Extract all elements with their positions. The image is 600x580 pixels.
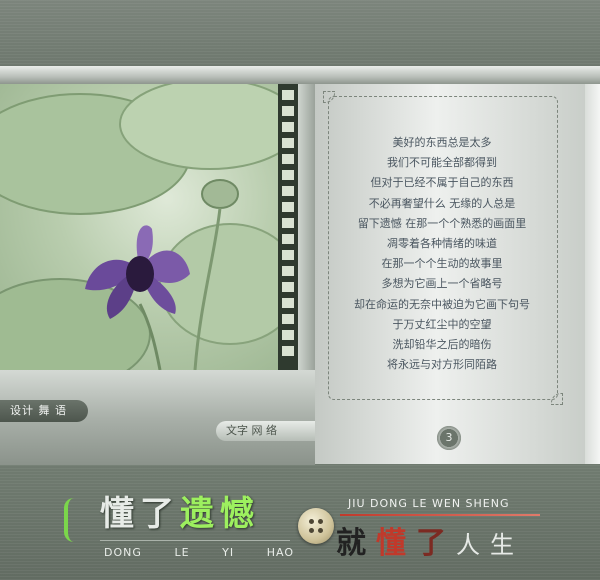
bracket-ornament bbox=[64, 498, 82, 542]
poem-text: 美好的东西总是太多 我们不可能全部都得到 但对于已经不属于自己的东西 不必再奢望… bbox=[328, 133, 556, 375]
subtitle-char: 生 bbox=[490, 531, 524, 559]
pinyin-word: YI bbox=[222, 546, 235, 559]
title-rule bbox=[100, 540, 290, 541]
button-ornament-icon bbox=[298, 508, 334, 544]
right-frame-edge bbox=[585, 84, 600, 464]
poem-line: 洗却铅华之后的暗伤 bbox=[392, 338, 492, 352]
poem-line: 多想为它画上一个省略号 bbox=[381, 277, 503, 291]
top-band bbox=[0, 0, 600, 70]
main-title: 懂了遗憾 bbox=[100, 486, 260, 535]
poem-line: 美好的东西总是太多 bbox=[392, 136, 492, 149]
title-plain: 懂了 bbox=[100, 494, 180, 534]
frame-divider bbox=[298, 84, 315, 370]
subtitle-char: 了 bbox=[416, 526, 456, 561]
poem-line: 我们不可能全部都得到 bbox=[387, 156, 497, 170]
subtitle-pinyin: JIU DONG LE WEN SHENG bbox=[348, 497, 510, 510]
lotus-artwork bbox=[0, 84, 278, 370]
subtitle-char: 就 bbox=[336, 526, 376, 561]
title-accent: 遗憾 bbox=[180, 494, 260, 534]
poem-line: 留下遗憾 在那一个个熟悉的画面里 bbox=[357, 216, 527, 230]
film-strip bbox=[278, 84, 298, 370]
poem-line: 于万丈红尘中的空望 bbox=[392, 317, 492, 331]
poem-line: 凋零着各种情绪的味道 bbox=[387, 237, 497, 251]
poem-line: 不必再奢望什么 无缘的人总是 bbox=[368, 196, 516, 210]
poem-line: 但对于已经不属于自己的东西 bbox=[370, 176, 514, 190]
poem-line: 在那一个个生动的故事里 bbox=[381, 257, 503, 271]
design-credit-tag: 设计 舞 语 bbox=[0, 400, 88, 422]
top-frame-edge bbox=[0, 66, 600, 84]
text-credit-tag: 文字 网 络 bbox=[216, 421, 315, 441]
pinyin-word: DONG bbox=[104, 546, 142, 559]
subtitle: 就懂了人生 bbox=[336, 518, 524, 562]
subtitle-rule bbox=[340, 514, 540, 516]
title-pinyin: DONG LE YI HAO bbox=[104, 546, 294, 559]
lotus-illustration bbox=[0, 84, 278, 370]
page-number-badge: 3 bbox=[435, 424, 463, 452]
poem-line: 将永远与对方形同陌路 bbox=[387, 358, 497, 372]
pinyin-word: LE bbox=[174, 546, 190, 559]
subtitle-char: 懂 bbox=[376, 526, 416, 561]
poem-line: 却在命运的无奈中被迫为它画下句号 bbox=[354, 297, 530, 311]
pinyin-word: HAO bbox=[266, 546, 294, 559]
subtitle-char: 人 bbox=[456, 531, 490, 559]
